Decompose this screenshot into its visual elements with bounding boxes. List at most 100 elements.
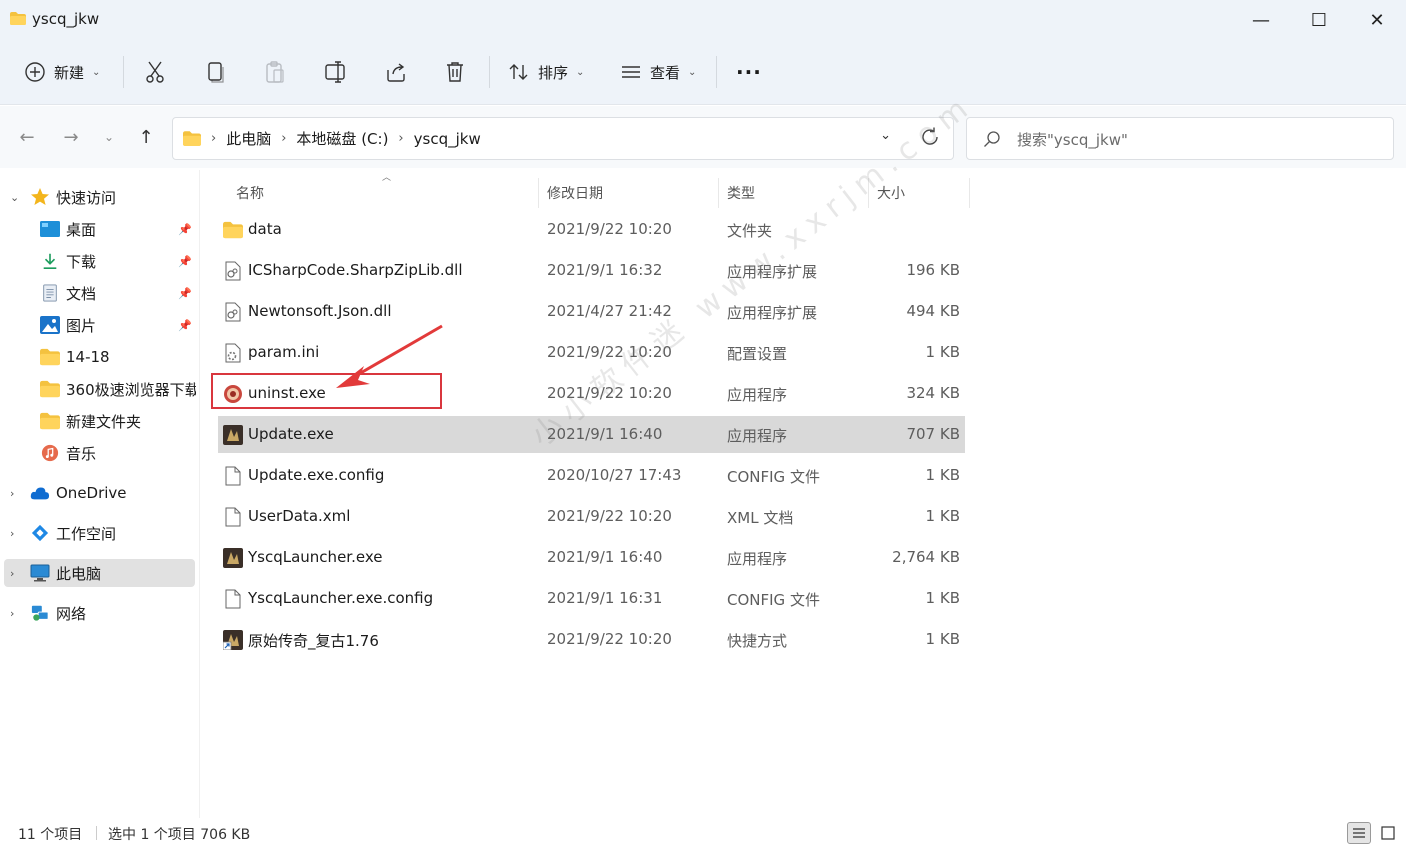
sort-button[interactable]: 排序 ⌄ [508,54,584,90]
maximize-button[interactable]: ☐ [1290,0,1348,40]
scissors-icon [146,61,164,83]
sidebar-item-label: 工作空间 [56,524,117,543]
file-name: Update.exe [248,425,334,443]
dll-file-icon [225,261,241,281]
delete-button[interactable] [444,54,466,90]
copy-button[interactable] [204,54,226,90]
sidebar-item-folder-14-18[interactable]: 14-18 [4,343,195,371]
sidebar-item-documents[interactable]: 文档 📌 [4,279,195,307]
sidebar-item-label: 图片 [66,316,97,335]
file-type: 文件夹 [727,222,773,240]
file-date: 2021/9/22 10:20 [547,220,672,238]
arrow-right-icon: → [63,126,79,148]
file-date: 2021/9/22 10:20 [547,384,672,402]
file-row[interactable]: data 2021/9/22 10:20 文件夹 [218,211,965,248]
file-row[interactable]: Update.exe.config 2020/10/27 17:43 CONFI… [218,457,965,494]
file-type: 应用程序扩展 [727,304,818,322]
chevron-right-icon[interactable]: › [10,527,14,540]
minimize-button[interactable]: — [1232,0,1290,40]
pin-icon: 📌 [178,222,192,236]
refresh-icon[interactable] [919,126,941,148]
file-row[interactable]: YscqLauncher.exe.config 2021/9/1 16:31 C… [218,580,965,617]
share-button[interactable] [384,54,408,90]
file-type: CONFIG 文件 [727,468,820,486]
file-name: Newtonsoft.Json.dll [248,302,392,320]
sidebar-item-onedrive[interactable]: › OneDrive [4,479,195,507]
recent-locations-button[interactable]: ⌄ [98,126,120,148]
more-options-button[interactable]: ··· [736,54,762,90]
sidebar-item-new-folder[interactable]: 新建文件夹 [4,407,195,435]
column-header-date[interactable]: 修改日期 [547,176,603,210]
search-box[interactable]: 搜索"yscq_jkw" [966,117,1394,160]
breadcrumb-local-disk[interactable]: 本地磁盘 (C:) [296,128,388,149]
column-header-type[interactable]: 类型 [727,176,755,210]
sidebar-item-label: 下载 [66,252,97,271]
breadcrumb-current-folder[interactable]: yscq_jkw [414,130,481,148]
trash-icon [447,62,463,82]
sidebar-item-network[interactable]: › 网络 [4,599,195,627]
file-date: 2021/9/1 16:40 [547,425,663,443]
column-divider[interactable] [718,178,719,208]
close-button[interactable]: ✕ [1348,0,1406,40]
column-divider[interactable] [969,178,970,208]
file-size: 324 KB [906,384,960,402]
back-button[interactable]: ← [16,126,38,148]
file-type: CONFIG 文件 [727,591,820,609]
pin-icon: 📌 [178,286,192,300]
chevron-right-icon[interactable]: › [10,487,14,500]
cut-button[interactable] [144,54,166,90]
file-row-selected[interactable]: Update.exe 2021/9/1 16:40 应用程序 707 KB [218,416,965,453]
sidebar-item-label: 文档 [66,284,97,303]
sidebar-item-music[interactable]: 音乐 [4,439,195,467]
column-header-size[interactable]: 大小 [877,176,905,210]
file-type: 配置设置 [727,345,788,363]
sidebar-item-quick-access[interactable]: ⌄ 快速访问 [4,183,195,211]
tiles-view-button[interactable] [1376,822,1400,844]
file-list: 名称 ︿ 修改日期 类型 大小 data 2021/9/22 10:20 文件夹… [200,170,1406,818]
sidebar-item-downloads[interactable]: 下载 📌 [4,247,195,275]
file-row[interactable]: ICSharpCode.SharpZipLib.dll 2021/9/1 16:… [218,252,965,289]
sidebar-item-folder-360-downloads[interactable]: 360极速浏览器下载 [4,375,196,403]
details-view-button[interactable] [1347,822,1371,844]
forward-button[interactable]: → [60,126,82,148]
file-row[interactable]: UserData.xml 2021/9/22 10:20 XML 文档 1 KB [218,498,965,535]
sort-icon [509,64,528,80]
chevron-right-icon: › [211,131,217,146]
view-button[interactable]: 查看 ⌄ [620,54,696,90]
sidebar-item-label: 桌面 [66,220,97,239]
up-button[interactable]: ↑ [135,126,157,148]
sidebar-item-desktop[interactable]: 桌面 📌 [4,215,195,243]
breadcrumb-this-pc[interactable]: 此电脑 [226,128,271,149]
paste-button [264,54,286,90]
sidebar-item-this-pc[interactable]: › 此电脑 [4,559,195,587]
chevron-right-icon[interactable]: › [10,567,14,580]
network-icon [31,605,49,621]
new-button[interactable]: 新建 ⌄ [24,54,100,90]
column-divider[interactable] [868,178,869,208]
more-icon: ··· [736,60,762,84]
sidebar-item-workspace[interactable]: › 工作空间 [4,519,195,547]
file-type: XML 文档 [727,509,794,527]
game-exe-icon [223,425,243,445]
column-header-name[interactable]: 名称 [236,176,264,210]
address-bar[interactable]: › 此电脑 › 本地磁盘 (C:) › yscq_jkw ⌄ [172,117,954,160]
chevron-right-icon[interactable]: › [10,607,14,620]
file-row[interactable]: YscqLauncher.exe 2021/9/1 16:40 应用程序 2,7… [218,539,965,576]
rename-button[interactable] [324,54,348,90]
plus-circle-icon [25,62,45,82]
address-history-chevron-icon[interactable]: ⌄ [880,128,891,143]
sidebar-item-pictures[interactable]: 图片 📌 [4,311,195,339]
search-input[interactable]: 搜索"yscq_jkw" [1017,129,1128,150]
file-size: 2,764 KB [892,548,960,566]
blank-file-icon [225,589,241,609]
toolbar-divider [123,56,124,88]
file-name: data [248,220,282,238]
chevron-down-icon[interactable]: ⌄ [10,191,19,204]
file-row[interactable]: 原始传奇_复古1.76 2021/9/22 10:20 快捷方式 1 KB [218,621,965,658]
window-title: yscq_jkw [32,10,100,28]
file-date: 2021/9/22 10:20 [547,507,672,525]
file-size: 1 KB [925,630,960,648]
minimize-icon: — [1252,9,1270,31]
column-divider[interactable] [538,178,539,208]
game-exe-icon [223,548,243,568]
